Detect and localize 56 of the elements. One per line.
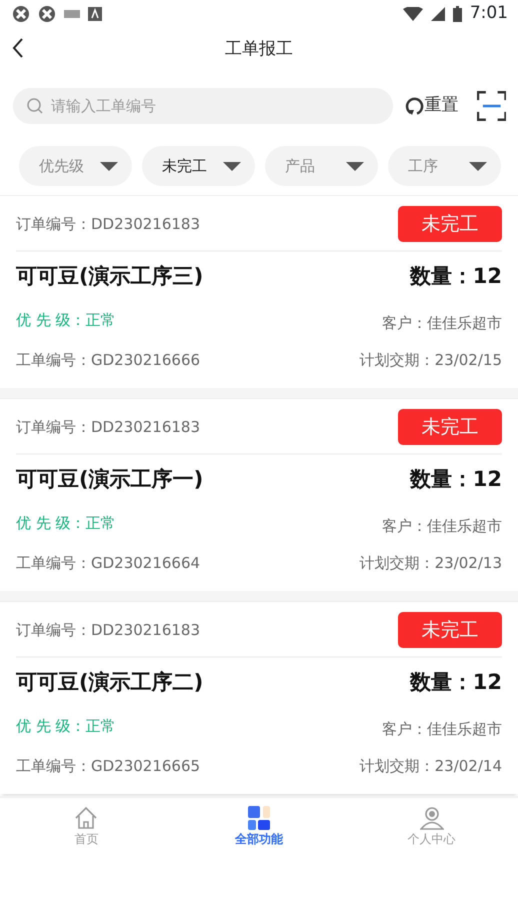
time-text: 7:01 bbox=[470, 2, 508, 26]
search-icon bbox=[27, 98, 43, 114]
filter-dropdown[interactable]: 产品 bbox=[265, 146, 378, 186]
caret-icon bbox=[100, 162, 118, 170]
product-name: 可可豆(演示工序二) bbox=[16, 669, 204, 696]
due-date-text: 计划交期：23/02/14 bbox=[360, 756, 502, 777]
product-name: 可可豆(演示工序一) bbox=[16, 466, 204, 494]
order-number: 订单编号：DD230216183 bbox=[16, 214, 200, 235]
customer-text: 客户：佳佳乐超市 bbox=[382, 516, 502, 537]
refresh-icon bbox=[404, 96, 424, 116]
status-badge: 未完工 bbox=[398, 612, 502, 648]
priority-text: 优 先 级：正常 bbox=[16, 716, 116, 737]
filter-dropdown[interactable]: 工序 bbox=[388, 146, 501, 186]
back-icon[interactable] bbox=[12, 38, 24, 58]
order-number: 订单编号：DD230216183 bbox=[16, 416, 200, 438]
keyboard-icon bbox=[64, 10, 80, 18]
battery-icon bbox=[452, 6, 462, 22]
status-badge: 未完工 bbox=[398, 206, 502, 242]
tab-item[interactable]: 个人中心 bbox=[372, 798, 492, 849]
order-card[interactable]: 订单编号：DD230216183 未完工 可可豆(演示工序二) 数量：12 优 先 级：正常 客户：佳佳乐超市 工单编号：GD230216665 计划交期：23/02/14 bbox=[0, 601, 518, 794]
product-name: 可可豆(演示工序三) bbox=[16, 263, 204, 290]
work-order-number: 工单编号：GD230216665 bbox=[16, 756, 200, 777]
tab-item[interactable]: 全部功能 bbox=[198, 798, 319, 849]
user-icon bbox=[420, 806, 444, 830]
page-title: 工单报工 bbox=[225, 38, 293, 62]
due-date-text: 计划交期：23/02/15 bbox=[360, 350, 502, 371]
quantity-text: 数量：12 bbox=[410, 466, 502, 494]
order-card[interactable]: 订单编号：DD230216183 未完工 可可豆(演示工序一) 数量：12 优 先 级：正常 客户：佳佳乐超市 工单编号：GD230216664 计划交期：23/02/13 bbox=[0, 398, 518, 591]
search-field[interactable]: 请输入工单编号 bbox=[13, 88, 392, 124]
work-order-number: 工单编号：GD230216664 bbox=[16, 552, 200, 574]
wifi-icon bbox=[402, 7, 423, 21]
priority-text: 优 先 级：正常 bbox=[16, 512, 116, 534]
quantity-text: 数量：12 bbox=[410, 263, 502, 290]
text-icon bbox=[88, 7, 102, 21]
app-icon bbox=[12, 5, 30, 23]
customer-text: 客户：佳佳乐超市 bbox=[382, 312, 502, 334]
due-date-text: 计划交期：23/02/13 bbox=[360, 552, 502, 574]
signal-icon bbox=[430, 7, 445, 21]
scan-icon[interactable] bbox=[476, 91, 506, 121]
apps-icon bbox=[248, 806, 270, 830]
priority-text: 优 先 级：正常 bbox=[16, 310, 116, 331]
order-card[interactable]: 订单编号：DD230216183 未完工 可可豆(演示工序三) 数量：12 优 先 级：正常 客户：佳佳乐超市 工单编号：GD230216666 计划交期：23/02/15 bbox=[0, 195, 518, 388]
tab-item[interactable]: 首页 bbox=[26, 798, 146, 849]
quantity-text: 数量：12 bbox=[410, 669, 502, 696]
app-icon bbox=[38, 5, 56, 23]
filter-dropdown[interactable]: 未完工 bbox=[142, 146, 255, 186]
work-order-number: 工单编号：GD230216666 bbox=[16, 350, 200, 371]
customer-text: 客户：佳佳乐超市 bbox=[382, 718, 502, 740]
caret-icon bbox=[223, 162, 241, 170]
status-badge: 未完工 bbox=[398, 409, 502, 445]
order-number: 订单编号：DD230216183 bbox=[16, 620, 200, 641]
caret-icon bbox=[346, 162, 364, 170]
reset-button[interactable]: 重置 bbox=[404, 93, 458, 119]
caret-icon bbox=[469, 162, 487, 170]
filter-dropdown[interactable]: 优先级 bbox=[19, 146, 132, 186]
home-icon bbox=[74, 806, 98, 830]
